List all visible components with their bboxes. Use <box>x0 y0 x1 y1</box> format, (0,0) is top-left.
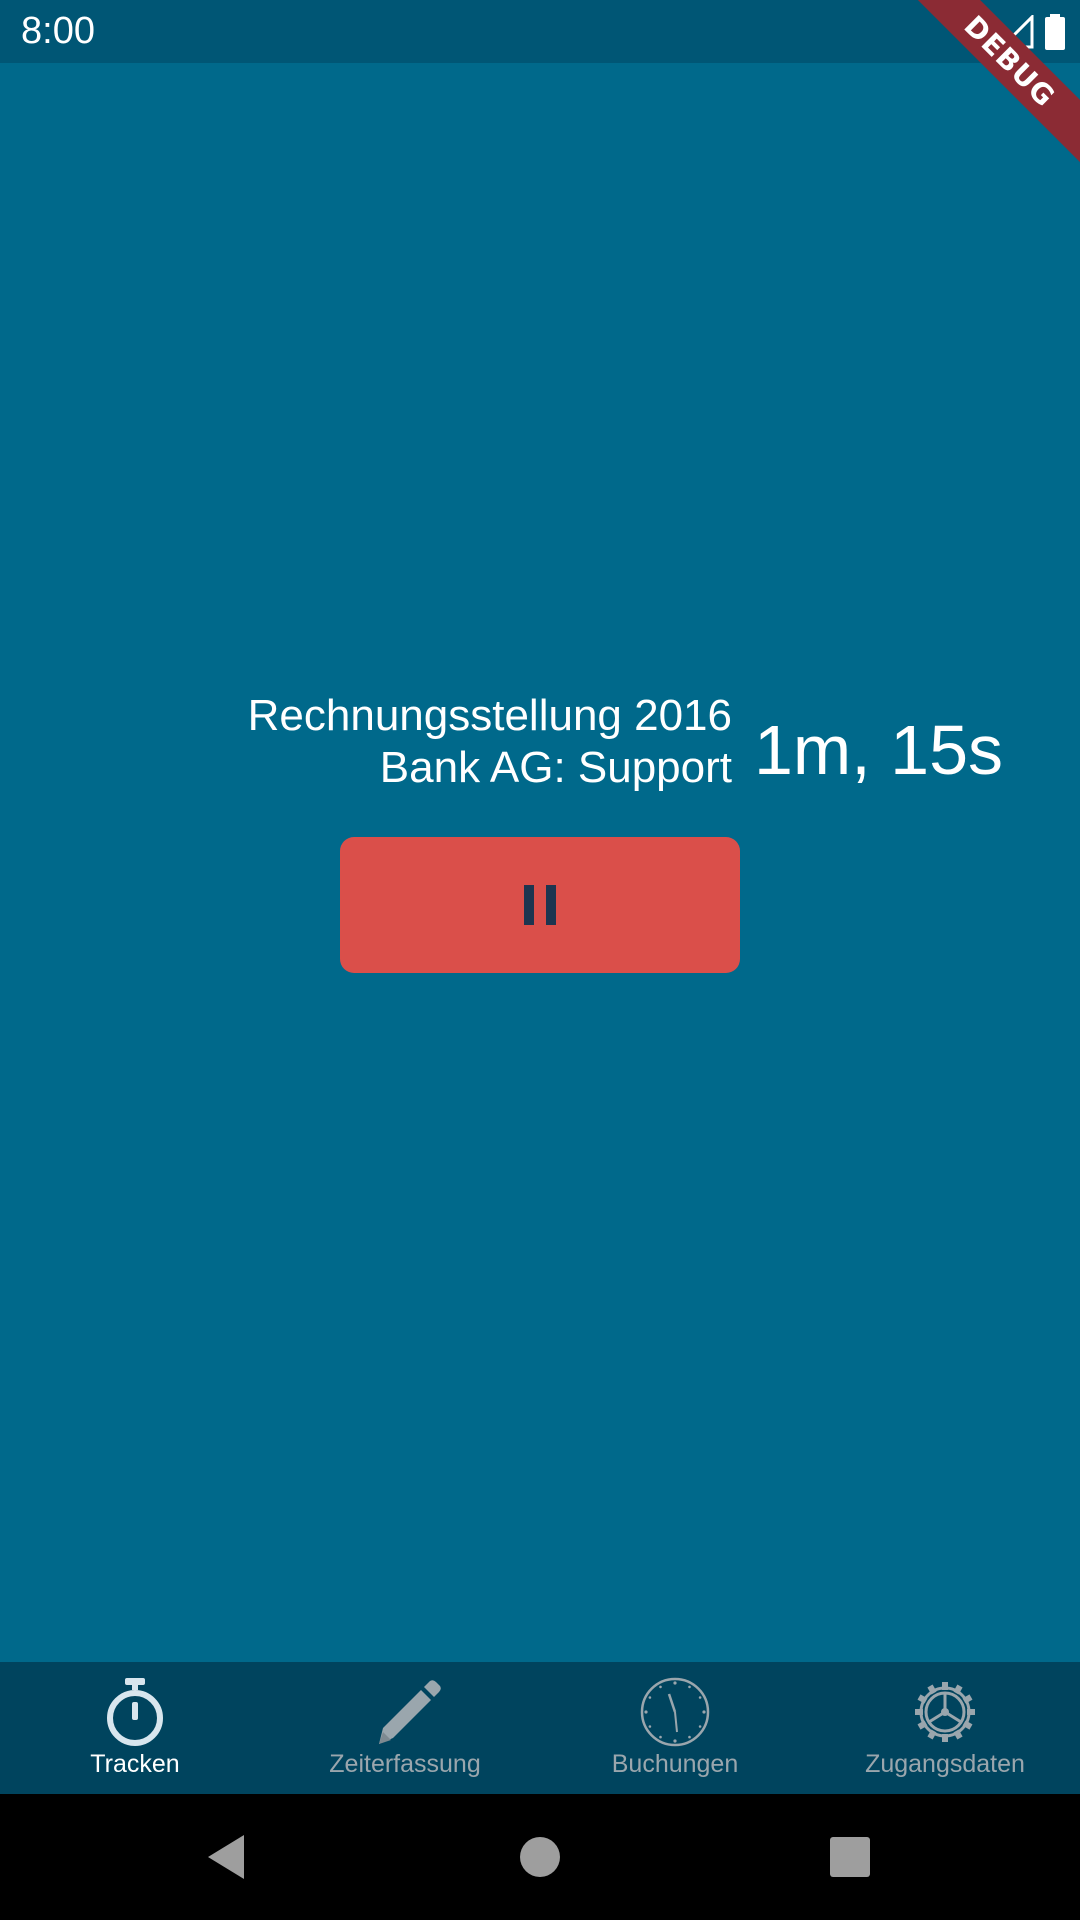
battery-icon <box>1045 14 1065 50</box>
back-icon[interactable] <box>196 1827 256 1887</box>
bottom-navigation: Tracken Zeiterfassung Buchungen Zugangsd… <box>0 1662 1080 1794</box>
nav-item-zeiterfassung[interactable]: Zeiterfassung <box>270 1662 540 1794</box>
stopwatch-icon <box>107 1678 163 1746</box>
task-name: Bank AG: Support <box>379 743 732 792</box>
nav-label-zeiterfassung: Zeiterfassung <box>329 1750 481 1778</box>
nav-label-buchungen: Buchungen <box>611 1750 739 1778</box>
gear-icon <box>915 1682 975 1742</box>
clock-icon <box>640 1677 710 1747</box>
nav-item-tracken[interactable]: Tracken <box>0 1662 270 1794</box>
system-navigation-bar <box>0 1794 1080 1920</box>
recents-icon[interactable] <box>820 1827 880 1887</box>
nav-item-zugangsdaten[interactable]: Zugangsdaten <box>810 1662 1080 1794</box>
app-screen: 8:00 DEBUG Rechnungsstellung 2016 Bank A… <box>0 0 1080 1920</box>
nav-label-tracken: Tracken <box>90 1750 180 1778</box>
home-icon[interactable] <box>510 1827 570 1887</box>
project-name: Rechnungsstellung 2016 <box>247 691 732 740</box>
nav-label-zugangsdaten: Zugangsdaten <box>865 1750 1025 1778</box>
elapsed-time: 1m, 15s <box>754 711 1003 789</box>
status-bar: 8:00 <box>0 0 1080 63</box>
pause-icon <box>524 885 556 925</box>
nav-item-buchungen[interactable]: Buchungen <box>540 1662 810 1794</box>
pencil-icon <box>379 1680 441 1744</box>
status-time: 8:00 <box>21 10 95 52</box>
task-info: Rechnungsstellung 2016 Bank AG: Support <box>248 690 732 794</box>
pause-button[interactable] <box>340 837 740 973</box>
